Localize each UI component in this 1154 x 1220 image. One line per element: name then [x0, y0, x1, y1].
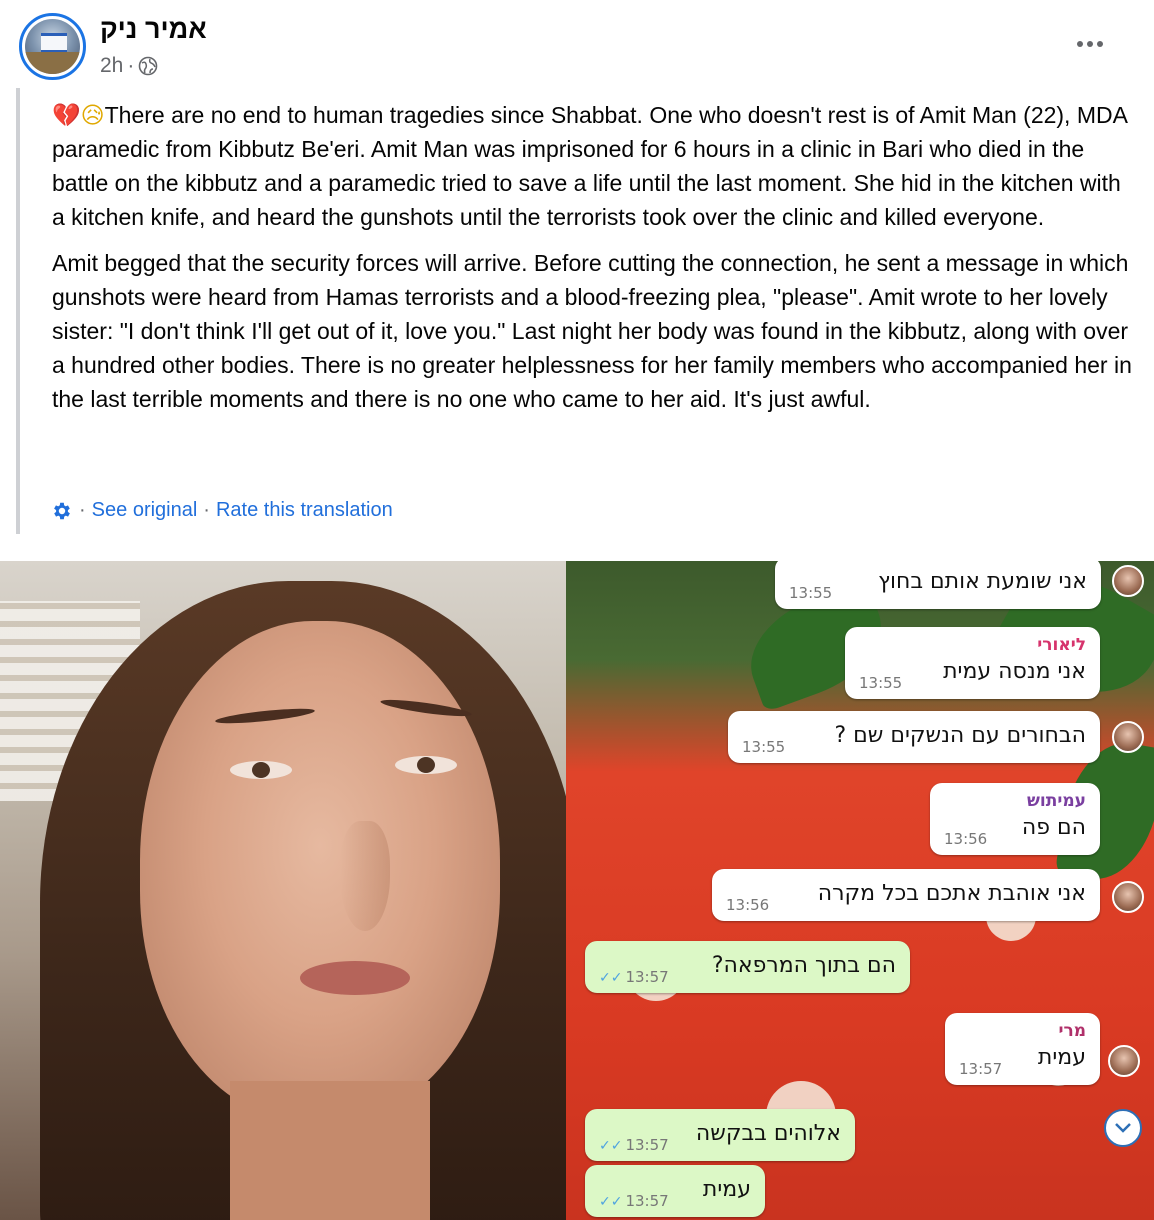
avatar-image	[25, 19, 80, 74]
sender-avatar	[1112, 881, 1144, 913]
gear-icon[interactable]	[51, 500, 73, 522]
rate-translation-link[interactable]: Rate this translation	[216, 499, 393, 522]
translation-separator: ·	[203, 499, 210, 521]
paragraph-1-text: There are no end to human tragedies sinc…	[52, 102, 1127, 230]
sender-avatar	[1108, 1045, 1140, 1077]
author-avatar[interactable]	[19, 13, 86, 80]
sender-avatar	[1112, 565, 1144, 597]
chat-message: ליאורי אני מנסה עמית 13:55	[845, 627, 1100, 699]
more-options-icon[interactable]	[1070, 30, 1110, 58]
chat-message: עמיתוש הם פה 13:56	[930, 783, 1100, 855]
author-name[interactable]: אמיר ניק	[100, 14, 207, 45]
chat-message: מרי עמית 13:57	[945, 1013, 1100, 1085]
chat-message: הבחורים עם הנשקים שם ? 13:55	[728, 711, 1100, 763]
see-original-link[interactable]: See original	[92, 499, 198, 522]
quote-bar	[16, 88, 20, 534]
paragraph-1: 💔😥There are no end to human tragedies si…	[52, 98, 1132, 234]
globe-icon	[139, 56, 158, 76]
sad-face-emoji: 😥	[80, 102, 105, 128]
chat-message: אני אוהבת אתכם בכל מקרה 13:56	[712, 869, 1100, 921]
post-photo[interactable]: אני שומעת אותם בחוץ 13:55 ליאורי אני מנס…	[0, 561, 1154, 1220]
read-ticks-icon: ✓✓	[599, 1138, 623, 1154]
read-ticks-icon: ✓✓	[599, 970, 623, 986]
chat-message-sent: הם בתוך המרפאה? ✓✓ 13:57	[585, 941, 910, 993]
broken-heart-emoji: 💔	[52, 102, 81, 128]
chat-message-sent: אלוהים בבקשה ✓✓ 13:57	[585, 1109, 855, 1161]
portrait-photo	[0, 561, 566, 1220]
post-meta: 2h ·	[100, 54, 158, 78]
post-text: 💔😥There are no end to human tragedies si…	[52, 98, 1132, 428]
sender-avatar	[1112, 721, 1144, 753]
translation-bar: · See original · Rate this translation	[51, 499, 393, 522]
flag-icon	[41, 33, 67, 53]
chat-message: אני שומעת אותם בחוץ 13:55	[775, 561, 1101, 609]
translation-separator: ·	[79, 499, 86, 521]
post-time[interactable]: 2h	[100, 54, 123, 78]
chat-message-sent: עמית ✓✓ 13:57	[585, 1165, 765, 1217]
chevron-down-icon[interactable]	[1104, 1109, 1142, 1147]
facebook-post: אמיר ניק 2h · 💔😥There are no end to huma…	[0, 0, 1154, 1220]
read-ticks-icon: ✓✓	[599, 1194, 623, 1210]
meta-separator: ·	[127, 54, 135, 77]
paragraph-2: Amit begged that the security forces wil…	[52, 250, 1132, 412]
